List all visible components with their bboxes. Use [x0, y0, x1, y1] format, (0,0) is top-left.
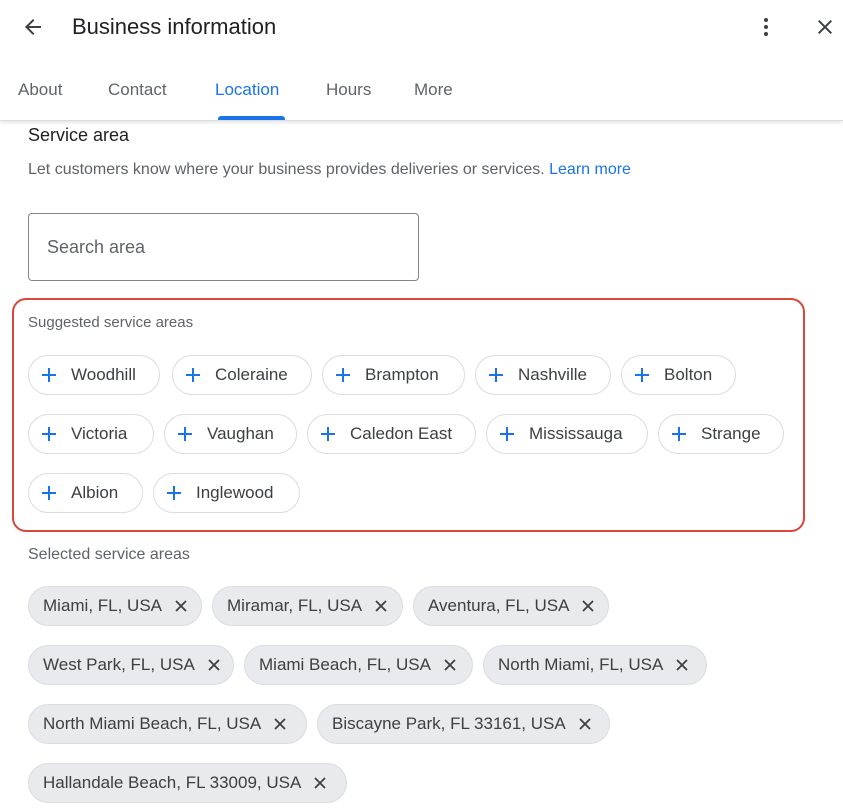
plus-icon	[42, 427, 56, 441]
chip-label: Brampton	[365, 365, 439, 384]
learn-more-link[interactable]: Learn more	[549, 161, 631, 178]
chip-label: Woodhill	[71, 365, 136, 384]
tab-contact[interactable]: Contact	[108, 78, 167, 102]
close-icon	[175, 600, 187, 612]
plus-icon	[321, 427, 335, 441]
selected-chip-aventura: Aventura, FL, USA	[413, 586, 609, 626]
plus-icon	[42, 368, 56, 382]
selected-chip-miami: Miami, FL, USA	[28, 586, 202, 626]
remove-chip-button[interactable]	[201, 652, 227, 678]
back-button[interactable]	[14, 10, 52, 44]
chip-label: Miramar, FL, USA	[227, 596, 363, 615]
active-tab-indicator	[218, 116, 285, 120]
close-icon	[818, 20, 832, 34]
tab-location[interactable]: Location	[215, 78, 279, 102]
remove-chip-button[interactable]	[307, 770, 333, 796]
suggested-chip-victoria[interactable]: Victoria	[28, 414, 154, 454]
tab-hours[interactable]: Hours	[326, 78, 371, 102]
remove-chip-button[interactable]	[572, 711, 598, 737]
remove-chip-button[interactable]	[437, 652, 463, 678]
chip-label: North Miami, FL, USA	[498, 655, 664, 674]
close-icon	[314, 777, 326, 789]
close-icon	[676, 659, 688, 671]
search-area-input[interactable]	[28, 213, 419, 281]
suggested-chip-vaughan[interactable]: Vaughan	[164, 414, 297, 454]
selected-chip-hallandale-beach: Hallandale Beach, FL 33009, USA	[28, 763, 347, 803]
suggested-chip-strange[interactable]: Strange	[658, 414, 784, 454]
chip-label: West Park, FL, USA	[43, 655, 195, 674]
chip-label: Strange	[701, 424, 761, 443]
close-icon	[582, 600, 595, 612]
suggested-chip-nashville[interactable]: Nashville	[475, 355, 611, 395]
chip-label: Albion	[71, 483, 119, 502]
plus-icon	[500, 427, 514, 441]
chip-label: Miami Beach, FL, USA	[259, 655, 431, 674]
more-vert-icon	[764, 18, 768, 36]
section-title: Service area	[28, 125, 130, 145]
selected-chip-biscayne-park: Biscayne Park, FL 33161, USA	[317, 704, 610, 744]
remove-chip-button[interactable]	[669, 652, 695, 678]
suggested-chip-mississauga[interactable]: Mississauga	[486, 414, 648, 454]
chip-label: Mississauga	[529, 424, 623, 443]
description-text: Let customers know where your business p…	[28, 161, 545, 178]
more-options-button[interactable]	[750, 10, 782, 44]
plus-icon	[635, 368, 649, 382]
suggested-chip-woodhill[interactable]: Woodhill	[28, 355, 160, 395]
section-description: Let customers know where your business p…	[28, 159, 631, 181]
selected-chip-west-park: West Park, FL, USA	[28, 645, 234, 685]
chip-label: North Miami Beach, FL, USA	[43, 714, 262, 733]
page-title: Business information	[72, 14, 277, 39]
plus-icon	[336, 368, 350, 382]
chip-label: Coleraine	[215, 365, 288, 384]
tab-bar: About Contact Location Hours More	[0, 64, 843, 121]
close-icon	[444, 659, 456, 671]
suggested-chip-coleraine[interactable]: Coleraine	[172, 355, 312, 395]
remove-chip-button[interactable]	[368, 593, 394, 619]
arrow-back-icon	[25, 19, 41, 35]
remove-chip-button[interactable]	[575, 593, 601, 619]
close-icon	[375, 600, 387, 612]
chip-label: Vaughan	[207, 424, 274, 443]
close-button[interactable]	[808, 10, 842, 44]
chip-label: Caledon East	[350, 424, 453, 443]
selected-areas-label: Selected service areas	[28, 546, 190, 563]
plus-icon	[42, 486, 56, 500]
suggested-areas-label: Suggested service areas	[28, 314, 194, 331]
selected-chip-north-miami: North Miami, FL, USA	[483, 645, 707, 685]
plus-icon	[178, 427, 192, 441]
plus-icon	[186, 368, 200, 382]
close-icon	[579, 718, 591, 730]
chip-label: Miami, FL, USA	[43, 596, 163, 615]
remove-chip-button[interactable]	[168, 593, 194, 619]
suggested-chip-inglewood[interactable]: Inglewood	[153, 473, 300, 513]
remove-chip-button[interactable]	[267, 711, 293, 737]
tab-about[interactable]: About	[18, 78, 62, 102]
chip-label: Inglewood	[196, 483, 274, 502]
tab-more[interactable]: More	[414, 78, 453, 102]
chip-label: Hallandale Beach, FL 33009, USA	[43, 773, 302, 792]
suggested-chip-albion[interactable]: Albion	[28, 473, 143, 513]
selected-chip-miramar: Miramar, FL, USA	[212, 586, 403, 626]
selected-chip-miami-beach: Miami Beach, FL, USA	[244, 645, 473, 685]
dialog-header: Business information	[0, 0, 843, 56]
suggested-chip-brampton[interactable]: Brampton	[322, 355, 465, 395]
chip-label: Victoria	[71, 424, 128, 443]
close-icon	[274, 718, 286, 730]
chip-label: Bolton	[664, 365, 713, 384]
chip-label: Biscayne Park, FL 33161, USA	[332, 714, 566, 733]
chip-label: Nashville	[518, 365, 587, 384]
plus-icon	[672, 427, 686, 441]
suggested-chip-bolton[interactable]: Bolton	[621, 355, 736, 395]
selected-chip-north-miami-beach: North Miami Beach, FL, USA	[28, 704, 307, 744]
plus-icon	[167, 486, 181, 500]
close-icon	[208, 659, 220, 671]
suggested-chip-caledon-east[interactable]: Caledon East	[307, 414, 476, 454]
plus-icon	[489, 368, 503, 382]
chip-label: Aventura, FL, USA	[428, 596, 570, 615]
